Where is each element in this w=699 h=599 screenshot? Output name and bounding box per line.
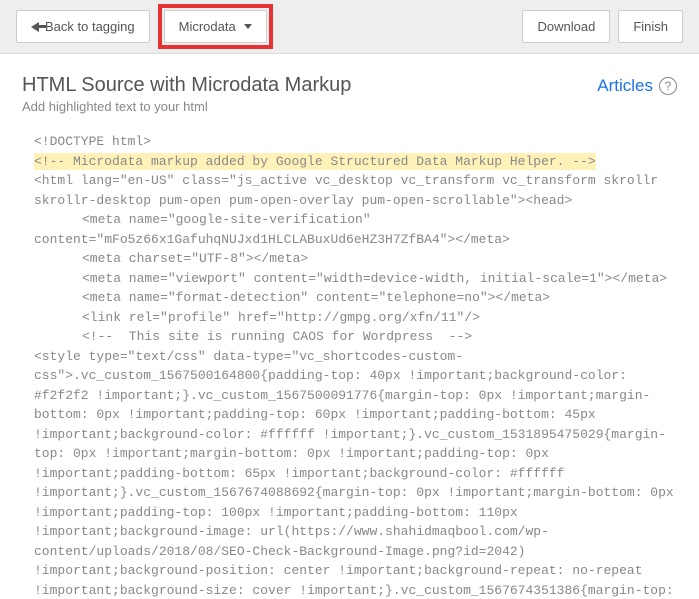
page-subtitle: Add highlighted text to your html	[22, 99, 677, 114]
heading-row: HTML Source with Microdata Markup Articl…	[22, 74, 677, 97]
code-line: <link rel="profile" href="http://gmpg.or…	[34, 308, 677, 328]
code-line: <meta charset="UTF-8"></meta>	[34, 249, 677, 269]
page-title: HTML Source with Microdata Markup	[22, 74, 351, 97]
code-line: <meta name="google-site-verification"	[34, 210, 677, 230]
microdata-dropdown[interactable]: Microdata	[164, 10, 267, 43]
back-label: Back to tagging	[45, 19, 135, 34]
help-icon[interactable]: ?	[659, 77, 677, 95]
code-line: <html lang="en-US" class="js_active vc_d…	[34, 171, 677, 210]
toolbar: Back to tagging Microdata Download Finis…	[0, 0, 699, 54]
code-line: <!-- This site is running CAOS for Wordp…	[34, 327, 677, 347]
finish-label: Finish	[633, 19, 668, 34]
code-line: <meta name="viewport" content="width=dev…	[34, 269, 677, 289]
articles-link[interactable]: Articles	[597, 76, 653, 96]
back-button[interactable]: Back to tagging	[16, 10, 150, 43]
code-line: <!DOCTYPE html>	[34, 132, 677, 152]
code-line: content="mFo5z66x1GafuhqNUJxd1HLCLABuxUd…	[34, 230, 677, 250]
code-block: <!DOCTYPE html> <!-- Microdata markup ad…	[22, 132, 677, 599]
download-label: Download	[537, 19, 595, 34]
content-area: HTML Source with Microdata Markup Articl…	[0, 54, 699, 599]
code-line: <meta name="format-detection" content="t…	[34, 288, 677, 308]
arrow-left-icon	[31, 22, 39, 32]
microdata-label: Microdata	[179, 19, 236, 34]
chevron-down-icon	[244, 24, 252, 29]
code-line: <style type="text/css" data-type="vc_sho…	[34, 347, 677, 599]
finish-button[interactable]: Finish	[618, 10, 683, 43]
download-button[interactable]: Download	[522, 10, 610, 43]
code-line-highlighted: <!-- Microdata markup added by Google St…	[34, 152, 677, 172]
highlight-box: Microdata	[158, 4, 273, 49]
